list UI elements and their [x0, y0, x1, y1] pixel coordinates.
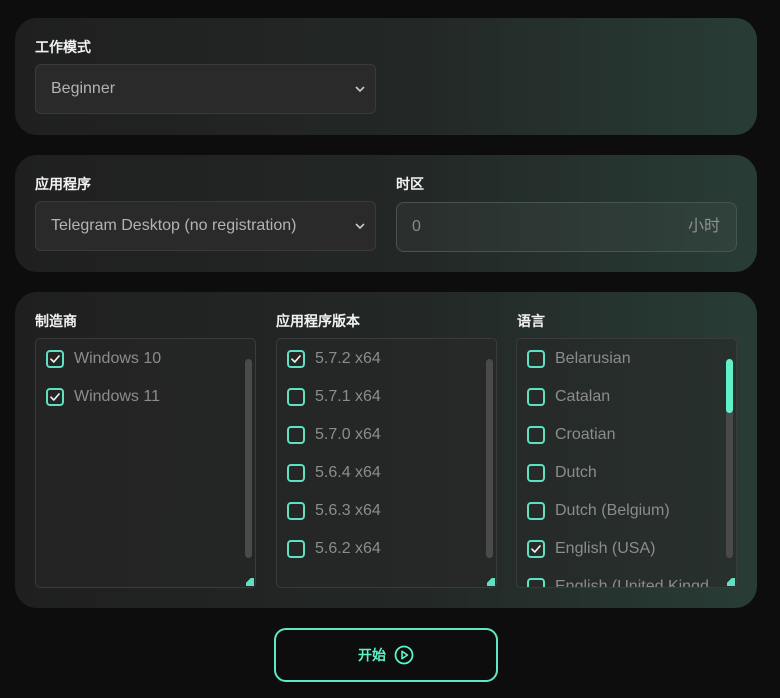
manufacturer-scrollbar[interactable]: [245, 359, 252, 558]
list-item[interactable]: 5.6.4 x64: [287, 462, 482, 484]
checkmark-icon: [50, 393, 60, 401]
list-item[interactable]: Croatian: [527, 424, 722, 446]
list-item-label: Belarusian: [555, 350, 631, 367]
list-item[interactable]: Catalan: [527, 386, 722, 408]
checkbox[interactable]: [527, 426, 545, 444]
list-item[interactable]: English (United Kingd: [527, 576, 722, 588]
checkbox[interactable]: [527, 540, 545, 558]
app-version-label: 应用程序版本: [276, 313, 360, 329]
work-mode-select[interactable]: Beginner: [35, 64, 376, 114]
timezone-value: 0: [412, 218, 421, 235]
application-select[interactable]: Telegram Desktop (no registration): [35, 201, 376, 251]
application-card: 应用程序 Telegram Desktop (no registration) …: [15, 155, 757, 272]
checkbox[interactable]: [527, 578, 545, 587]
timezone-unit: 小时: [687, 218, 720, 235]
checkmark-icon: [291, 355, 301, 363]
list-item-label: Windows 10: [74, 350, 162, 367]
language-list[interactable]: Belarusian Catalan Croatian Dutch Dutch (Bel…: [516, 338, 737, 588]
list-item[interactable]: 5.7.0 x64: [287, 424, 482, 446]
list-item-label: Croatian: [555, 426, 616, 443]
list-item-label: English (United Kingd: [555, 578, 709, 588]
checkbox[interactable]: [527, 502, 545, 520]
work-mode-value: Beginner: [51, 80, 116, 97]
resize-handle-icon[interactable]: [727, 578, 735, 586]
timezone-label: 时区: [396, 176, 424, 192]
checkbox[interactable]: [46, 388, 64, 406]
list-item-label: English (USA): [555, 540, 656, 557]
resize-handle-icon[interactable]: [246, 578, 254, 586]
language-scrollbar-thumb[interactable]: [726, 359, 733, 413]
checkbox[interactable]: [287, 426, 305, 444]
list-item-label: Catalan: [555, 388, 611, 405]
manufacturer-list[interactable]: Windows 10 Windows 11: [35, 338, 256, 588]
work-mode-label: 工作模式: [35, 39, 91, 55]
list-item-label: 5.6.2 x64: [315, 540, 381, 557]
app-version-list[interactable]: 5.7.2 x64 5.7.1 x64 5.7.0 x64 5.6.4 x64 5.6.…: [276, 338, 497, 588]
checkbox[interactable]: [46, 350, 64, 368]
checkbox[interactable]: [287, 502, 305, 520]
checkbox[interactable]: [287, 350, 305, 368]
language-scrollbar[interactable]: [726, 359, 733, 558]
app-version-scrollbar[interactable]: [486, 359, 493, 558]
language-label: 语言: [517, 313, 545, 329]
list-item-label: Dutch: [555, 464, 597, 481]
list-item[interactable]: Dutch (Belgium): [527, 500, 722, 522]
application-value: Telegram Desktop (no registration): [51, 217, 297, 234]
list-item[interactable]: 5.7.2 x64: [287, 348, 482, 370]
work-mode-card: 工作模式 Beginner: [15, 18, 757, 135]
checkbox[interactable]: [527, 464, 545, 482]
play-circle-icon: [394, 645, 414, 665]
checkmark-icon: [531, 545, 541, 553]
start-button-label: 开始: [358, 647, 386, 663]
chevron-down-icon: [355, 223, 365, 230]
list-item[interactable]: 5.7.1 x64: [287, 386, 482, 408]
list-item[interactable]: 5.6.2 x64: [287, 538, 482, 560]
list-item[interactable]: 5.6.3 x64: [287, 500, 482, 522]
checkbox[interactable]: [287, 540, 305, 558]
list-item[interactable]: Belarusian: [527, 348, 722, 370]
checkbox[interactable]: [527, 350, 545, 368]
list-item-label: 5.7.0 x64: [315, 426, 381, 443]
list-item-label: 5.7.2 x64: [315, 350, 381, 367]
list-item-label: 5.6.3 x64: [315, 502, 381, 519]
checkbox[interactable]: [287, 464, 305, 482]
checkbox[interactable]: [287, 388, 305, 406]
chevron-down-icon: [355, 86, 365, 93]
list-item-label: Dutch (Belgium): [555, 502, 670, 519]
timezone-input[interactable]: 0 小时: [396, 202, 737, 252]
options-card: 制造商 应用程序版本 语言 Windows 10 Windows 11 5.7.2…: [15, 292, 757, 608]
list-item[interactable]: Dutch: [527, 462, 722, 484]
list-item[interactable]: English (USA): [527, 538, 722, 560]
application-label: 应用程序: [35, 176, 91, 192]
manufacturer-label: 制造商: [35, 313, 77, 329]
start-button[interactable]: 开始: [274, 628, 498, 682]
resize-handle-icon[interactable]: [487, 578, 495, 586]
checkbox[interactable]: [527, 388, 545, 406]
list-item-label: 5.7.1 x64: [315, 388, 381, 405]
list-item-label: 5.6.4 x64: [315, 464, 381, 481]
list-item-label: Windows 11: [74, 388, 160, 405]
checkmark-icon: [50, 355, 60, 363]
list-item[interactable]: Windows 11: [46, 386, 241, 408]
list-item[interactable]: Windows 10: [46, 348, 241, 370]
